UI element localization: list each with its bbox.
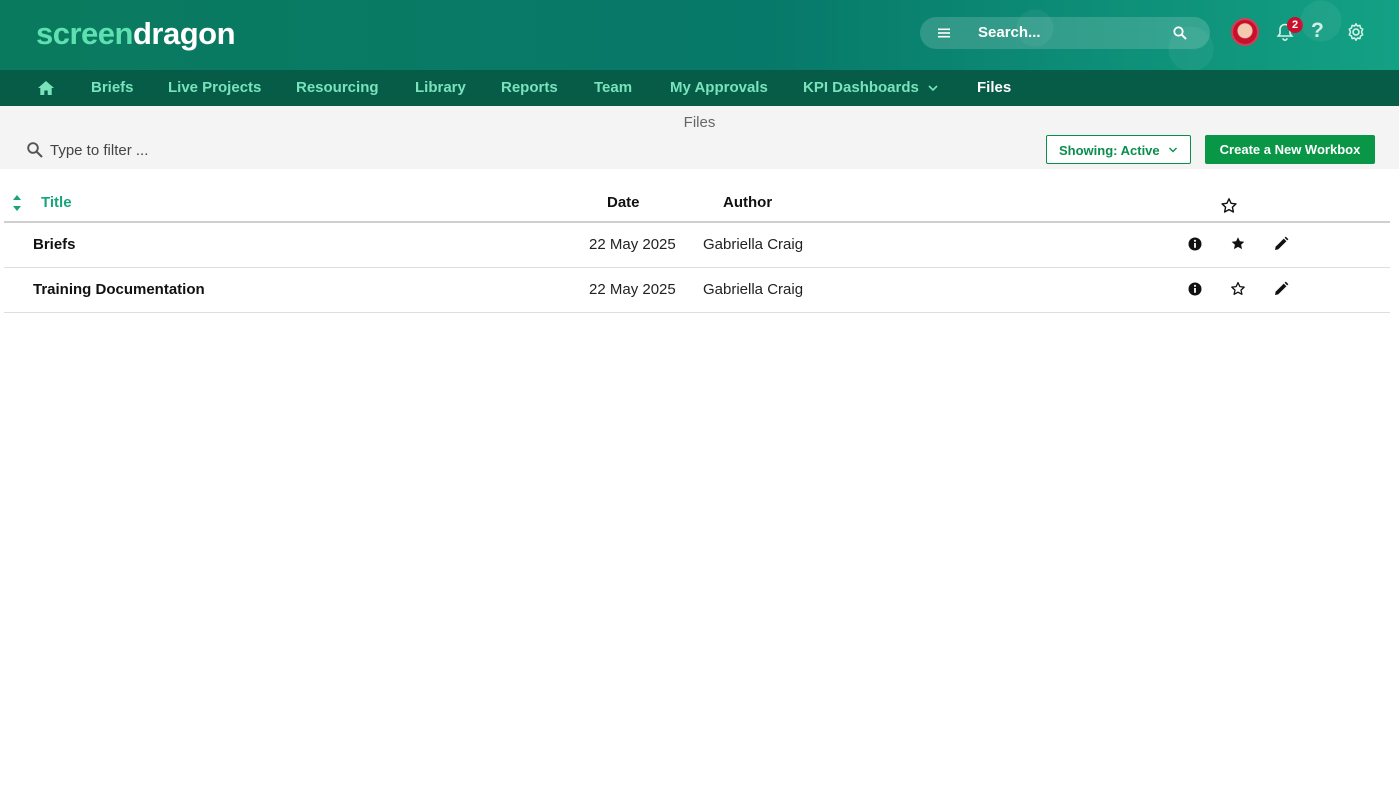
table-row[interactable]: Briefs 22 May 2025 Gabriella Craig — [4, 223, 1390, 268]
edit-pencil-icon[interactable] — [1273, 281, 1289, 297]
nav-item-my-approvals[interactable]: My Approvals — [670, 79, 768, 96]
nav-item-live-projects[interactable]: Live Projects — [168, 79, 261, 96]
star-outline-icon[interactable] — [1230, 281, 1246, 297]
showing-filter-dropdown[interactable]: Showing: Active — [1046, 135, 1191, 164]
global-search[interactable]: Search... — [920, 17, 1210, 49]
edit-pencil-icon[interactable] — [1273, 236, 1289, 252]
help-icon[interactable]: ? — [1311, 19, 1324, 43]
column-header-title[interactable]: Title — [41, 194, 72, 211]
row-title[interactable]: Training Documentation — [33, 281, 205, 298]
files-table: Title Date Author Briefs 22 May 2025 Gab… — [4, 184, 1390, 313]
page-title: Files — [683, 114, 716, 131]
user-avatar[interactable] — [1231, 18, 1259, 46]
column-header-author[interactable]: Author — [723, 194, 772, 211]
filter-search-icon — [27, 142, 43, 158]
row-title[interactable]: Briefs — [33, 236, 76, 253]
screendragon-logo[interactable]: screendragon — [36, 14, 236, 54]
info-icon[interactable] — [1187, 281, 1203, 297]
search-placeholder[interactable]: Search... — [978, 24, 1041, 41]
home-icon[interactable] — [37, 80, 55, 96]
nav-item-briefs[interactable]: Briefs — [91, 79, 134, 96]
main-nav: Briefs Live Projects Resourcing Library … — [0, 70, 1399, 106]
settings-gear-icon[interactable] — [1346, 22, 1366, 42]
logo-text-screen: screen — [36, 16, 133, 51]
top-header: screendragon Search... 2 ? — [0, 0, 1399, 70]
nav-item-team[interactable]: Team — [594, 79, 632, 96]
info-icon[interactable] — [1187, 236, 1203, 252]
menu-icon[interactable] — [936, 25, 952, 41]
notification-badge: 2 — [1287, 17, 1303, 33]
table-header: Title Date Author — [4, 184, 1390, 223]
search-icon[interactable] — [1172, 25, 1188, 41]
filter-input[interactable] — [50, 138, 450, 162]
column-header-date[interactable]: Date — [607, 194, 640, 211]
nav-item-library[interactable]: Library — [415, 79, 466, 96]
create-workbox-button[interactable]: Create a New Workbox — [1205, 135, 1375, 164]
star-outline-icon[interactable] — [1220, 197, 1238, 215]
logo-text-dragon: dragon — [132, 16, 236, 51]
nav-item-files[interactable]: Files — [977, 79, 1011, 96]
toolbar: Files Showing: Active Create a New Workb… — [0, 106, 1399, 169]
table-row[interactable]: Training Documentation 22 May 2025 Gabri… — [4, 268, 1390, 313]
showing-filter-label: Showing: Active — [1059, 143, 1160, 158]
sort-icon[interactable] — [11, 193, 23, 213]
nav-item-kpi-dashboards[interactable]: KPI Dashboards — [803, 79, 919, 96]
row-author: Gabriella Craig — [703, 236, 804, 253]
chevron-down-icon[interactable] — [927, 83, 939, 93]
row-date: 22 May 2025 — [589, 236, 676, 253]
nav-item-reports[interactable]: Reports — [501, 79, 558, 96]
row-date: 22 May 2025 — [589, 281, 676, 298]
star-filled-icon[interactable] — [1230, 236, 1246, 252]
row-author: Gabriella Craig — [703, 281, 804, 298]
nav-item-resourcing[interactable]: Resourcing — [296, 79, 379, 96]
chevron-down-icon — [1169, 147, 1177, 153]
